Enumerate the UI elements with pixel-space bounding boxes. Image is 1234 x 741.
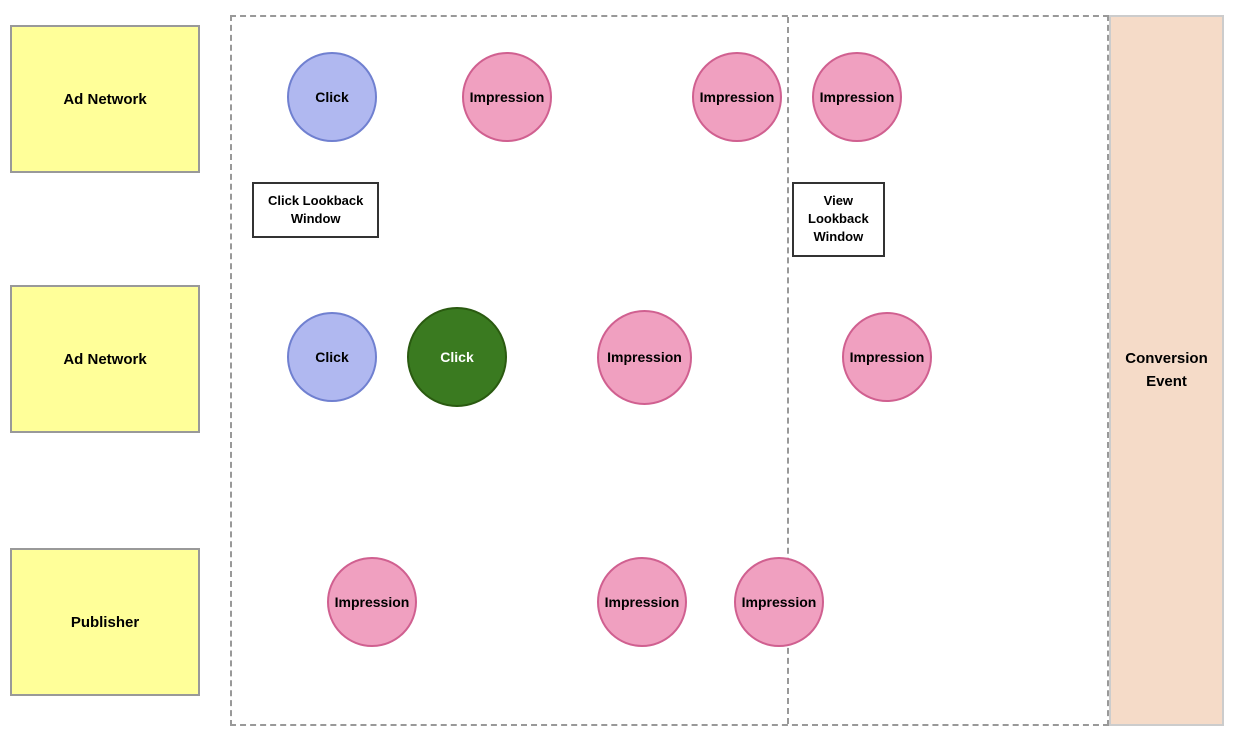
circle-impression-3-1: Impression xyxy=(327,557,417,647)
circle-click-2-2: Click xyxy=(407,307,507,407)
left-column: Ad Network Ad Network Publisher xyxy=(10,10,225,731)
publisher-box: Publisher xyxy=(10,548,200,696)
ad-network-2-box: Ad Network xyxy=(10,285,200,433)
circle-impression-2-2: Impression xyxy=(842,312,932,402)
click-lookback-window: Click LookbackWindow xyxy=(252,182,379,238)
circle-impression-3-2: Impression xyxy=(597,557,687,647)
circle-click-1: Click xyxy=(287,52,377,142)
circle-impression-3-3: Impression xyxy=(734,557,824,647)
circle-impression-2-1: Impression xyxy=(597,310,692,405)
view-lookback-window: ViewLookbackWindow xyxy=(792,182,885,257)
circle-impression-1-1: Impression xyxy=(462,52,552,142)
ad-network-1-box: Ad Network xyxy=(10,25,200,173)
circle-impression-1-2: Impression xyxy=(692,52,782,142)
conversion-event-sidebar: ConversionEvent xyxy=(1109,15,1224,726)
main-area: Click LookbackWindow ViewLookbackWindow … xyxy=(230,15,1109,726)
diagram-container: Ad Network Ad Network Publisher Click Lo… xyxy=(10,10,1224,731)
circle-click-2-1: Click xyxy=(287,312,377,402)
circle-impression-1-3: Impression xyxy=(812,52,902,142)
